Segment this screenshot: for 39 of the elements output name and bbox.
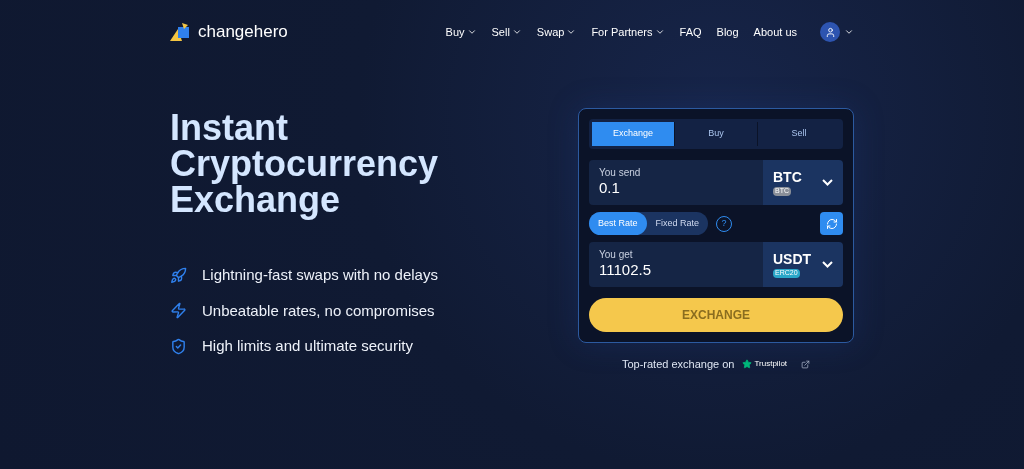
swap-button[interactable] xyxy=(820,212,843,235)
nav-link[interactable]: Sell xyxy=(491,23,522,41)
amount-field[interactable]: 11102.5 xyxy=(599,261,753,281)
nav-link[interactable]: Buy xyxy=(445,23,477,41)
nav-link[interactable]: About us xyxy=(753,23,797,41)
star-icon xyxy=(742,359,753,370)
logo-icon xyxy=(170,23,192,41)
chevron-down-icon xyxy=(822,261,833,268)
chevron-down-icon xyxy=(466,27,477,37)
tab[interactable]: Sell xyxy=(757,122,840,146)
amount-panel[interactable]: You send 0.1 xyxy=(589,160,763,205)
refresh-icon xyxy=(825,217,838,230)
chevron-down-icon xyxy=(822,179,833,186)
chevron-down-icon[interactable] xyxy=(844,27,854,37)
amount-field[interactable]: 0.1 xyxy=(599,179,753,199)
chevron-down-icon xyxy=(566,27,577,37)
feature-text: High limits and ultimate security xyxy=(202,336,413,356)
tab[interactable]: Buy xyxy=(674,122,757,146)
nav-link[interactable]: For Partners xyxy=(591,23,665,41)
avatar-icon[interactable] xyxy=(820,22,840,42)
chevron-down-icon xyxy=(654,27,665,37)
trustpilot-link[interactable]: Trustpilot xyxy=(742,358,788,371)
rocket-icon xyxy=(170,266,187,284)
bolt-icon xyxy=(170,302,187,320)
amount-panel[interactable]: You get 11102.5 xyxy=(589,242,763,287)
amount-label: You send xyxy=(599,166,642,180)
trust-text: Top-rated exchange on xyxy=(621,357,735,372)
nav-link[interactable]: Blog xyxy=(716,23,739,41)
feature-text: Unbeatable rates, no compromises xyxy=(202,300,435,321)
shield-icon xyxy=(170,337,187,355)
feature-text: Lightning-fast swaps with no delays xyxy=(202,265,438,285)
external-link-icon[interactable] xyxy=(801,359,811,369)
hero-title: Instant Cryptocurrency Exchange xyxy=(170,110,439,218)
nav-link[interactable]: Swap xyxy=(536,23,577,41)
rate-toggle[interactable]: Fixed Rate xyxy=(646,212,709,235)
chevron-down-icon xyxy=(511,27,522,37)
logo-text: changehero xyxy=(198,21,288,44)
nav-link[interactable]: FAQ xyxy=(679,23,702,41)
amount-label: You get xyxy=(599,248,634,262)
